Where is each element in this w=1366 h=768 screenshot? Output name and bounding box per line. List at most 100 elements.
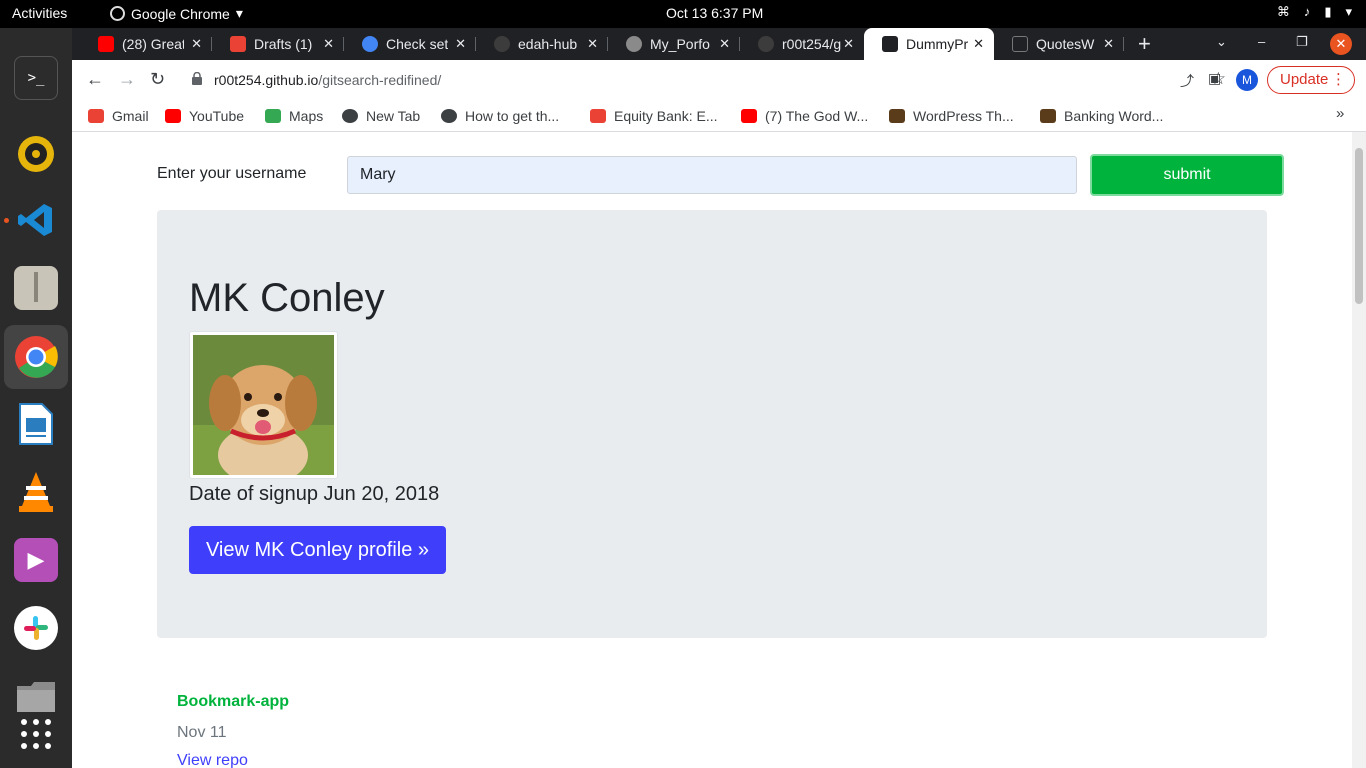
gmail-icon bbox=[88, 109, 104, 123]
update-label: Update bbox=[1280, 71, 1329, 88]
address-bar[interactable]: r00t254.github.io/gitsearch-redifined/ ⤴… bbox=[180, 64, 1226, 96]
bookmark-how-to[interactable]: How to get th... bbox=[441, 105, 559, 127]
tab-dummy-project[interactable]: DummyPr ✕ bbox=[864, 28, 994, 60]
tab-search-icon[interactable]: ⌄ bbox=[1216, 34, 1227, 50]
github-icon bbox=[758, 36, 774, 52]
page-scrollbar[interactable] bbox=[1352, 132, 1366, 768]
reload-icon[interactable]: ↻ bbox=[150, 69, 165, 90]
globe-icon bbox=[342, 109, 358, 123]
tab-my-portfolio[interactable]: My_Porfo ✕ bbox=[608, 28, 740, 60]
close-icon[interactable]: ✕ bbox=[323, 36, 334, 52]
submit-button[interactable]: submit bbox=[1090, 154, 1284, 196]
libreoffice-writer-icon[interactable] bbox=[14, 402, 58, 446]
activities-button[interactable]: Activities bbox=[12, 5, 67, 21]
close-icon[interactable]: ✕ bbox=[973, 36, 984, 52]
user-name: MK Conley bbox=[189, 276, 385, 320]
bookmark-youtube[interactable]: YouTube bbox=[165, 105, 244, 127]
vscode-icon[interactable] bbox=[14, 198, 58, 242]
bookmark-label: Equity Bank: E... bbox=[614, 108, 718, 124]
close-icon[interactable]: ✕ bbox=[455, 36, 466, 52]
minimize-icon[interactable]: – bbox=[1258, 34, 1265, 49]
rhythmbox-icon[interactable] bbox=[14, 132, 58, 176]
tab-quotes[interactable]: QuotesW ✕ bbox=[994, 28, 1124, 60]
close-icon[interactable]: ✕ bbox=[843, 36, 854, 52]
tab-title: My_Porfo bbox=[650, 36, 710, 52]
tab-title: Drafts (1) bbox=[254, 36, 313, 52]
share-icon[interactable]: ⤴ bbox=[1180, 71, 1194, 91]
archive-manager-icon[interactable] bbox=[14, 266, 58, 310]
user-avatar bbox=[189, 331, 338, 485]
maximize-icon[interactable]: ❐ bbox=[1296, 34, 1308, 50]
username-input[interactable] bbox=[347, 156, 1077, 194]
url-text[interactable]: r00t254.github.io/gitsearch-redifined/ bbox=[214, 72, 441, 88]
back-icon[interactable]: ← bbox=[86, 69, 104, 90]
bookmark-equity-bank[interactable]: Equity Bank: E... bbox=[590, 105, 718, 127]
clock[interactable]: Oct 13 6:37 PM bbox=[666, 5, 763, 21]
browser-toolbar: ← → ↻ r00t254.github.io/gitsearch-redifi… bbox=[72, 60, 1366, 100]
repo-name: Bookmark-app bbox=[177, 693, 290, 710]
puppy-photo bbox=[193, 335, 334, 485]
bookmark-label: Banking Word... bbox=[1064, 108, 1164, 124]
youtube-icon bbox=[98, 36, 114, 52]
close-window-icon[interactable]: ✕ bbox=[1330, 33, 1352, 55]
tab-r00t254-repo[interactable]: r00t254/g ✕ bbox=[740, 28, 864, 60]
new-tab-button[interactable]: + bbox=[1138, 31, 1151, 57]
tab-title: r00t254/g bbox=[782, 36, 842, 52]
bookmark-new-tab[interactable]: New Tab bbox=[342, 105, 420, 127]
bookmark-wordpress[interactable]: WordPress Th... bbox=[889, 105, 1014, 127]
angular-icon bbox=[1012, 36, 1028, 52]
tab-gmail-drafts[interactable]: Drafts (1) ✕ bbox=[212, 28, 344, 60]
volume-icon[interactable]: ♪ bbox=[1304, 4, 1311, 20]
terminal-icon[interactable]: >_ bbox=[14, 56, 58, 100]
running-indicator bbox=[4, 218, 9, 223]
view-profile-button[interactable]: View MK Conley profile » bbox=[189, 526, 446, 574]
update-button[interactable]: Update ⋮ bbox=[1267, 66, 1355, 94]
bookmark-god-w[interactable]: (7) The God W... bbox=[741, 105, 868, 127]
side-panel-icon[interactable]: ▣ bbox=[1208, 70, 1221, 87]
username-label: Enter your username bbox=[157, 165, 307, 182]
signup-date: Date of signup Jun 20, 2018 bbox=[189, 483, 440, 505]
tab-title: DummyPr bbox=[906, 36, 968, 52]
show-apps-icon[interactable] bbox=[14, 712, 58, 756]
lock-icon[interactable] bbox=[192, 72, 202, 85]
bookmark-maps[interactable]: Maps bbox=[265, 105, 323, 127]
close-icon[interactable]: ✕ bbox=[719, 36, 730, 52]
app-menu[interactable]: Google Chrome ▾ bbox=[110, 5, 243, 22]
scrollbar-thumb[interactable] bbox=[1355, 148, 1363, 304]
system-tray[interactable]: ⌘ ♪ ▮ ▾ bbox=[1277, 4, 1352, 20]
tab-youtube[interactable]: (28) Great ✕ bbox=[80, 28, 212, 60]
slack-icon[interactable] bbox=[14, 606, 58, 650]
network-icon[interactable]: ⌘ bbox=[1277, 4, 1290, 20]
globe-icon bbox=[626, 36, 642, 52]
bookmark-label: Gmail bbox=[112, 108, 149, 124]
bookmark-label: YouTube bbox=[189, 108, 245, 124]
bookmark-label: How to get th... bbox=[465, 108, 560, 124]
more-bookmarks-icon[interactable]: » bbox=[1336, 105, 1344, 122]
forward-icon[interactable]: → bbox=[118, 69, 136, 90]
google-icon bbox=[362, 36, 378, 52]
bookmark-label: New Tab bbox=[366, 108, 421, 124]
close-icon[interactable]: ✕ bbox=[191, 36, 202, 52]
tab-title: (28) Great bbox=[122, 36, 184, 52]
vlc-icon[interactable] bbox=[14, 470, 58, 514]
tab-check-settings[interactable]: Check set ✕ bbox=[344, 28, 476, 60]
battery-icon[interactable]: ▮ bbox=[1324, 4, 1331, 20]
video-player-icon[interactable]: ▶ bbox=[14, 538, 58, 582]
bookmark-label: Maps bbox=[289, 108, 324, 124]
bookmark-banking[interactable]: Banking Word... bbox=[1040, 105, 1163, 127]
close-icon[interactable]: ✕ bbox=[1103, 36, 1114, 52]
view-repo-link[interactable]: View repo bbox=[177, 752, 248, 768]
chrome-icon[interactable] bbox=[4, 325, 68, 389]
close-icon[interactable]: ✕ bbox=[587, 36, 598, 52]
youtube-icon bbox=[741, 109, 757, 123]
tab-title: edah-hub bbox=[518, 36, 578, 52]
theme-icon bbox=[889, 109, 905, 123]
profile-avatar[interactable]: M bbox=[1236, 69, 1258, 91]
repo-date: Nov 11 bbox=[177, 724, 227, 741]
dock: >_ ▶ bbox=[0, 28, 72, 768]
power-menu-icon[interactable]: ▾ bbox=[1345, 4, 1352, 20]
theme-icon bbox=[1040, 109, 1056, 123]
tab-edah-hub[interactable]: edah-hub ✕ bbox=[476, 28, 608, 60]
globe-icon bbox=[441, 109, 457, 123]
bookmark-gmail[interactable]: Gmail bbox=[88, 105, 149, 127]
